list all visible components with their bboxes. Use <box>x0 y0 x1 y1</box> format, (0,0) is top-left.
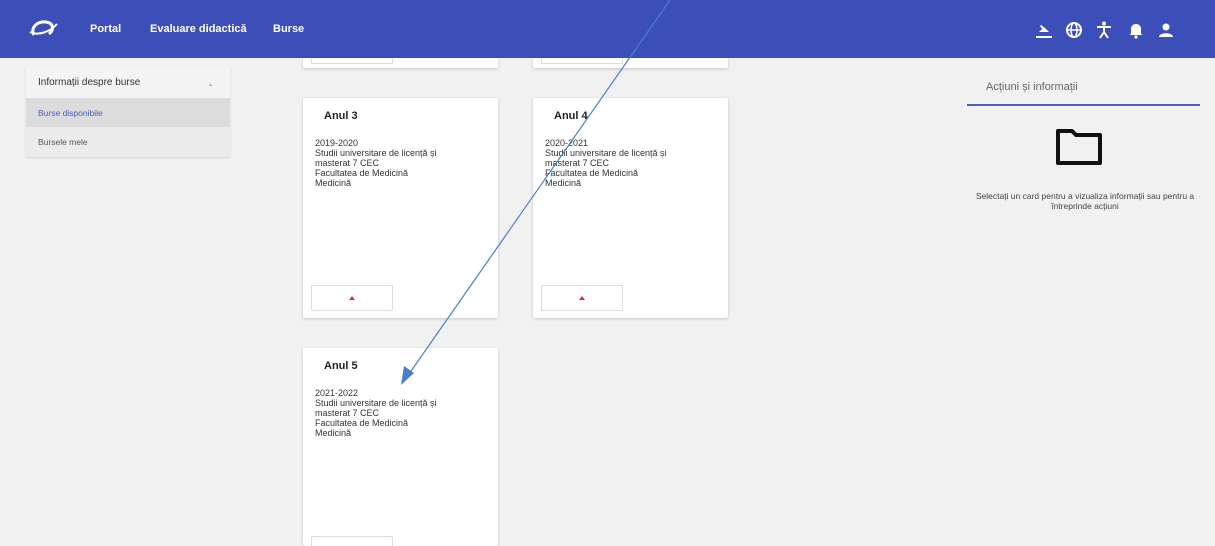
right-panel-info: Selectați un card pentru a vizualiza inf… <box>975 191 1195 211</box>
card-line: Medicină <box>315 428 352 438</box>
card-anul-4[interactable]: Anul 4 2020-2021 Studii universitare de … <box>533 98 728 318</box>
app-logo-icon[interactable] <box>28 16 58 42</box>
nav-burse[interactable]: Burse <box>273 23 304 35</box>
card-expand-button[interactable] <box>311 536 393 546</box>
card-line: Studii universitare de licență și <box>315 148 437 158</box>
card-action-button[interactable] <box>311 58 393 64</box>
card-line: Medicină <box>315 178 352 188</box>
card-anul-3[interactable]: Anul 3 2019-2020 Studii universitare de … <box>303 98 498 318</box>
card-action-button[interactable] <box>541 58 623 64</box>
card-line: masterat 7 CEC <box>315 158 380 168</box>
card-expand-button[interactable] <box>541 285 623 311</box>
card-line: 2021-2022 <box>315 388 359 398</box>
sidebar-item-bursele-mele[interactable]: Bursele mele <box>26 127 230 156</box>
accessibility-icon[interactable] <box>1094 20 1114 40</box>
sidebar-section-title: Informații despre burse <box>38 77 141 88</box>
card-line: Studii universitare de licență și <box>315 398 437 408</box>
top-app-bar: Portal Evaluare didactică Burse <box>0 0 1215 58</box>
card-line: Studii universitare de licență și <box>545 148 667 158</box>
folder-icon <box>1055 125 1103 167</box>
card-line: masterat 7 CEC <box>545 158 610 168</box>
user-icon[interactable] <box>1156 20 1176 40</box>
chevron-up-icon[interactable]: ‸ <box>209 76 212 87</box>
sidebar-item-burse-disponibile[interactable]: Burse disponibile <box>26 98 230 127</box>
card-line: Facultatea de Medicină <box>545 168 639 178</box>
card-expand-button[interactable] <box>311 285 393 311</box>
arrow-up-icon <box>579 296 585 300</box>
card-line: 2020-2021 <box>545 138 589 148</box>
card-line: Medicină <box>545 178 582 188</box>
card-partial[interactable] <box>533 58 728 68</box>
arrow-up-icon <box>349 296 355 300</box>
card-line: Facultatea de Medicină <box>315 418 409 428</box>
sidebar-item-label: Bursele mele <box>38 137 88 147</box>
nav-portal[interactable]: Portal <box>90 23 121 35</box>
card-title: Anul 4 <box>554 110 588 122</box>
card-line: Facultatea de Medicină <box>315 168 409 178</box>
card-title: Anul 5 <box>324 360 358 372</box>
theme-icon[interactable] <box>1034 20 1054 40</box>
globe-icon[interactable] <box>1064 20 1084 40</box>
card-line: 2019-2020 <box>315 138 359 148</box>
sidebar-section-header[interactable]: Informații despre burse ‸ <box>26 67 230 98</box>
right-panel-divider <box>967 104 1200 106</box>
sidebar: Informații despre burse ‸ Burse disponib… <box>26 67 230 157</box>
sidebar-item-label: Burse disponibile <box>38 108 103 118</box>
nav-evaluare-didactica[interactable]: Evaluare didactică <box>150 23 247 35</box>
bell-icon[interactable] <box>1126 20 1146 40</box>
card-anul-5[interactable]: Anul 5 2021-2022 Studii universitare de … <box>303 348 498 546</box>
right-panel-title: Acțiuni și informații <box>986 81 1078 93</box>
card-line: masterat 7 CEC <box>315 408 380 418</box>
card-partial[interactable] <box>303 58 498 68</box>
card-title: Anul 3 <box>324 110 358 122</box>
